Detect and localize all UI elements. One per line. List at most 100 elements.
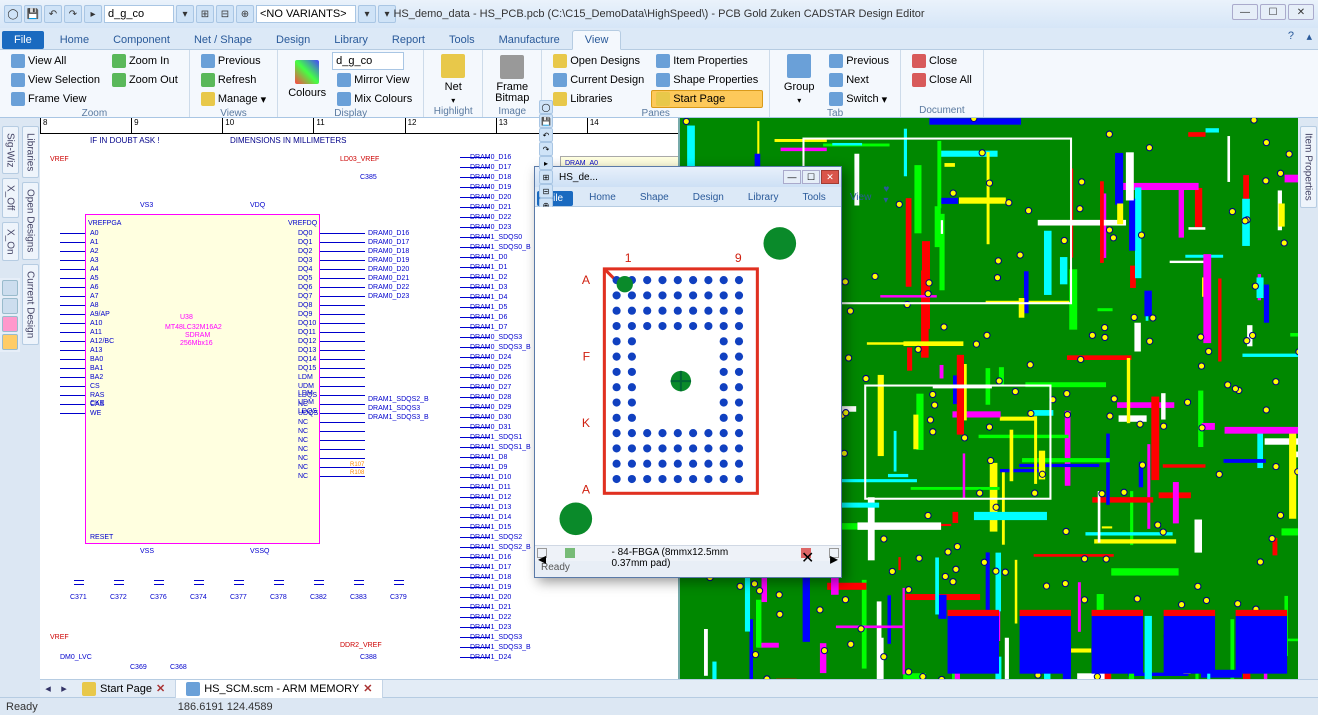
library-subwindow[interactable]: ◯ 💾 ↶ ↷ ▸ ⊞ ⊟ ⊕ ⊡ ⊞ ⊟ HS_de... — ☐ ✕ Fil… bbox=[534, 166, 842, 578]
qat-app-icon[interactable]: ◯ bbox=[4, 5, 22, 23]
qat-more-icon[interactable]: ▾ bbox=[378, 5, 396, 23]
subwin-hscroll[interactable]: ◂ - 84-FBGA (8mmx12.5mm 0.37mm pad) ✕ ▸ bbox=[535, 545, 841, 561]
sw-redo-icon[interactable]: ↷ bbox=[539, 142, 553, 156]
sw-scroll-right-icon[interactable]: ▸ bbox=[829, 548, 839, 558]
tab-view[interactable]: View bbox=[572, 30, 622, 50]
tab-design[interactable]: Design bbox=[264, 31, 322, 49]
qat-measure2-icon[interactable]: ⊟ bbox=[216, 5, 234, 23]
side-tab-open-designs[interactable]: Open Designs bbox=[22, 182, 39, 259]
zoom-in-button[interactable]: Zoom In bbox=[107, 52, 183, 70]
sw-scroll-left-icon[interactable]: ◂ bbox=[537, 548, 547, 558]
side-tab-libraries[interactable]: Libraries bbox=[22, 126, 39, 178]
subwin-titlebar[interactable]: ◯ 💾 ↶ ↷ ▸ ⊞ ⊟ ⊕ ⊡ ⊞ ⊟ HS_de... — ☐ ✕ bbox=[535, 167, 841, 187]
tab-previous-button[interactable]: Previous bbox=[824, 52, 894, 70]
sw-tab-home[interactable]: Home bbox=[577, 189, 628, 206]
tab-component[interactable]: Component bbox=[101, 31, 182, 49]
tool-route-icon[interactable] bbox=[2, 334, 18, 350]
sw-app-icon[interactable]: ◯ bbox=[539, 100, 553, 114]
sw-close-tab-icon[interactable]: ✕ bbox=[801, 548, 811, 558]
qat-origin-icon[interactable]: ⊕ bbox=[236, 5, 254, 23]
sw-tab-library[interactable]: Library bbox=[736, 189, 791, 206]
tab-next-button[interactable]: Next bbox=[824, 71, 894, 89]
midnet-lbl-26: DRAM0_D30 bbox=[470, 414, 511, 421]
tab-tools[interactable]: Tools bbox=[437, 31, 487, 49]
tab-library[interactable]: Library bbox=[322, 31, 380, 49]
sw-m1-icon[interactable]: ⊞ bbox=[539, 170, 553, 184]
tab-manufacture[interactable]: Manufacture bbox=[487, 31, 572, 49]
highlight-net-button[interactable]: Net▾ bbox=[430, 52, 476, 106]
startpage-close-icon[interactable]: ✕ bbox=[156, 682, 165, 695]
ribbon-minimize-icon[interactable]: ▴ bbox=[1306, 30, 1312, 43]
sw-close-button[interactable]: ✕ bbox=[821, 170, 839, 184]
tab-switch-button[interactable]: Switch ▾ bbox=[824, 90, 894, 108]
side-tab-sigwiz[interactable]: Sig-Wiz bbox=[2, 126, 19, 174]
doctab-scm[interactable]: HS_SCM.scm - ARM MEMORY✕ bbox=[176, 680, 383, 698]
frame-view-button[interactable]: Frame View bbox=[6, 90, 105, 108]
subwin-canvas[interactable]: A F K A 1 9 bbox=[535, 207, 841, 545]
qat-redo-icon[interactable]: ↷ bbox=[64, 5, 82, 23]
sw-scroll-thumb[interactable] bbox=[565, 548, 575, 558]
refresh-button[interactable]: Refresh bbox=[196, 71, 271, 89]
colours-button[interactable]: Colours bbox=[284, 52, 330, 106]
minimize-button[interactable]: — bbox=[1232, 4, 1258, 20]
zoom-out-button[interactable]: Zoom Out bbox=[107, 71, 183, 89]
shape-properties-button[interactable]: Shape Properties bbox=[651, 71, 763, 89]
frame-bitmap-button[interactable]: Frame Bitmap bbox=[489, 52, 535, 106]
start-page-button[interactable]: Start Page bbox=[651, 90, 763, 108]
side-tab-xon[interactable]: X_On bbox=[2, 222, 19, 262]
close-button[interactable]: ✕ bbox=[1288, 4, 1314, 20]
mirror-view-button[interactable]: Mirror View bbox=[332, 71, 417, 89]
net-r-0 bbox=[320, 233, 365, 234]
help-icon[interactable]: ? bbox=[1288, 30, 1294, 42]
close-all-icon bbox=[912, 73, 926, 87]
qat-measure1-icon[interactable]: ⊞ bbox=[196, 5, 214, 23]
tool-select-icon[interactable] bbox=[2, 280, 18, 296]
doctab-scroll-right[interactable]: ▸ bbox=[56, 682, 72, 695]
item-properties-button[interactable]: Item Properties bbox=[651, 52, 763, 70]
sw-tab-design[interactable]: Design bbox=[681, 189, 736, 206]
mix-colours-button[interactable]: Mix Colours bbox=[332, 90, 417, 108]
sw-tab-tools[interactable]: Tools bbox=[790, 189, 837, 206]
sw-maximize-button[interactable]: ☐ bbox=[802, 170, 820, 184]
tool-node-icon[interactable] bbox=[2, 298, 18, 314]
current-design-button[interactable]: Current Design bbox=[548, 71, 649, 89]
chip-pin-r-14: DQ14 bbox=[298, 356, 316, 363]
tab-report[interactable]: Report bbox=[380, 31, 437, 49]
qat-search-input[interactable] bbox=[104, 5, 174, 23]
group-button[interactable]: Group▾ bbox=[776, 52, 822, 106]
sw-tab-view[interactable]: View bbox=[838, 189, 884, 206]
tab-file[interactable]: File bbox=[2, 31, 44, 49]
maximize-button[interactable]: ☐ bbox=[1260, 4, 1286, 20]
tab-net-shape[interactable]: Net / Shape bbox=[182, 31, 264, 49]
doctab-start-page[interactable]: Start Page✕ bbox=[72, 680, 176, 698]
qat-pointer-icon[interactable]: ▸ bbox=[84, 5, 102, 23]
libraries-button[interactable]: Libraries bbox=[548, 90, 649, 108]
display-search-input[interactable] bbox=[332, 52, 404, 70]
qat-save-icon[interactable]: 💾 bbox=[24, 5, 42, 23]
sw-minimize-button[interactable]: — bbox=[783, 170, 801, 184]
open-designs-button[interactable]: Open Designs bbox=[548, 52, 649, 70]
sw-m2-icon[interactable]: ⊟ bbox=[539, 184, 553, 198]
view-all-button[interactable]: View All bbox=[6, 52, 105, 70]
sw-save-icon[interactable]: 💾 bbox=[539, 114, 553, 128]
previous-view-button[interactable]: Previous bbox=[196, 52, 271, 70]
manage-button[interactable]: Manage ▾ bbox=[196, 90, 271, 108]
tool-highlight-icon[interactable] bbox=[2, 316, 18, 332]
doctab-scroll-left[interactable]: ◂ bbox=[40, 682, 56, 695]
qat-undo-icon[interactable]: ↶ bbox=[44, 5, 62, 23]
close-button-doc[interactable]: Close bbox=[907, 52, 977, 70]
qat-variants-drop-icon[interactable]: ▾ bbox=[358, 5, 376, 23]
qat-variants-select[interactable] bbox=[256, 5, 356, 23]
view-selection-button[interactable]: View Selection bbox=[6, 71, 105, 89]
sw-tab-shape[interactable]: Shape bbox=[628, 189, 681, 206]
side-tab-current-design[interactable]: Current Design bbox=[22, 264, 39, 345]
side-tab-item-properties[interactable]: Item Properties bbox=[1300, 126, 1317, 208]
sw-undo-icon[interactable]: ↶ bbox=[539, 128, 553, 142]
scm-close-icon[interactable]: ✕ bbox=[363, 682, 372, 695]
qat-dropdown-icon[interactable]: ▾ bbox=[176, 5, 194, 23]
side-tab-xoff[interactable]: X_Off bbox=[2, 178, 19, 217]
close-all-button[interactable]: Close All bbox=[907, 71, 977, 89]
sw-chevrons-icon[interactable]: ♥ ▾ bbox=[883, 184, 889, 206]
tab-home[interactable]: Home bbox=[48, 31, 101, 49]
sw-ptr-icon[interactable]: ▸ bbox=[539, 156, 553, 170]
